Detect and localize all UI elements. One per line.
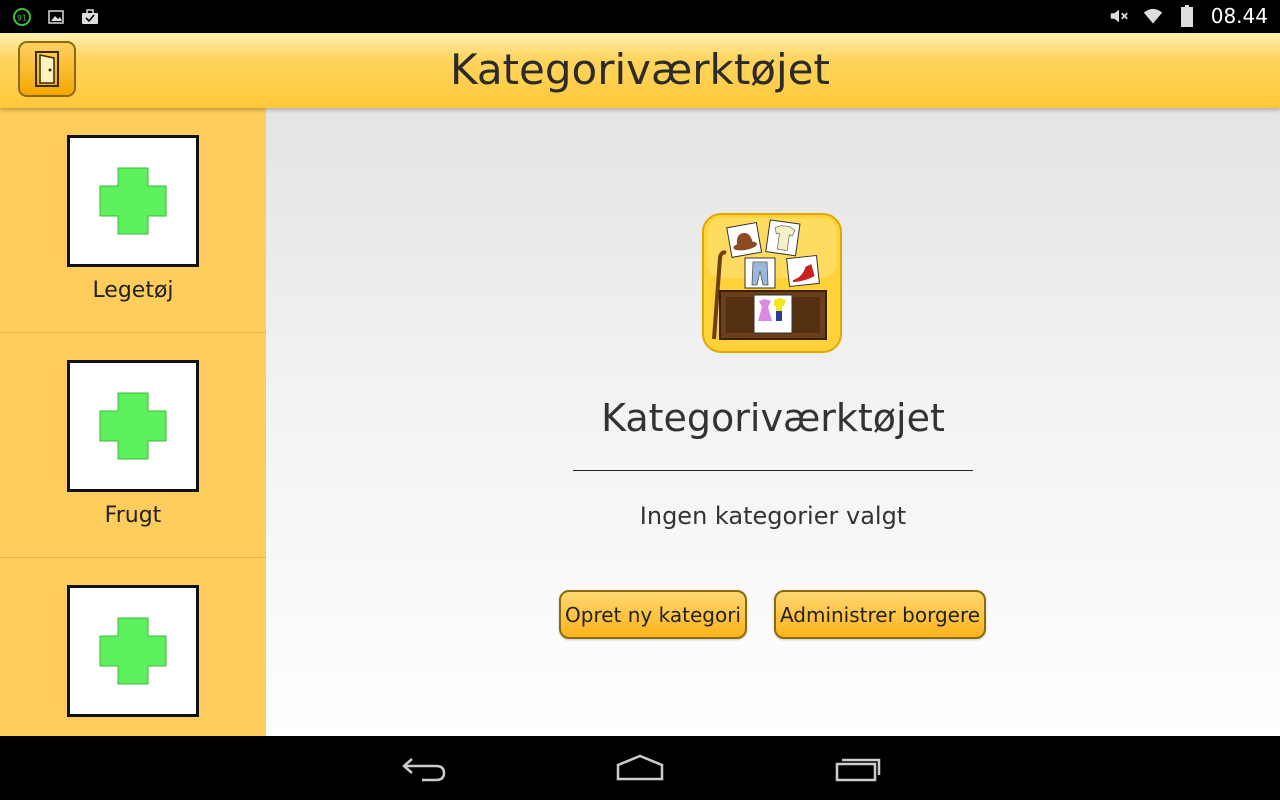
category-tile[interactable] [67,585,199,717]
category-item-frugt[interactable]: Frugt [0,333,266,558]
category-sidebar[interactable]: Legetøj Frugt [0,108,266,736]
category-tile[interactable] [67,360,199,492]
status-bar: 91 08.44 [0,0,1280,33]
empty-state-message: Ingen kategorier valgt [639,502,907,530]
briefcase-icon [80,7,100,27]
image-icon [46,7,66,27]
wifi-icon [1143,6,1163,26]
recents-icon [835,758,881,782]
recents-button[interactable] [828,750,888,786]
category-label: Frugt [104,503,162,528]
create-category-button[interactable]: Opret ny kategori [559,590,747,639]
main-title: Kategoriværktøjet [601,396,945,440]
mute-icon [1109,6,1129,26]
category-item-legetoj[interactable]: Legetøj [0,108,266,333]
category-label: Legetøj [92,278,174,303]
plus-icon [99,617,167,685]
system-nav-bar [0,736,1280,800]
category-tool-logo-icon [702,213,842,353]
plus-icon [99,392,167,460]
title-divider [573,470,973,471]
category-item-3[interactable] [0,558,266,736]
category-tile[interactable] [67,135,199,267]
app-bar: Kategoriværktøjet [0,33,1280,108]
home-button[interactable] [610,750,670,786]
svg-text:91: 91 [17,14,27,23]
app-title: Kategoriværktøjet [450,45,830,94]
manage-citizens-button[interactable]: Administrer borgere [774,590,986,639]
back-icon [402,758,446,782]
notification-badge-icon: 91 [12,7,32,27]
main-panel: Kategoriværktøjet Ingen kategorier valgt… [266,108,1280,736]
back-button[interactable] [394,750,454,786]
home-icon [616,754,664,781]
plus-icon [99,167,167,235]
status-time: 08.44 [1210,4,1268,28]
battery-icon [1177,5,1197,27]
